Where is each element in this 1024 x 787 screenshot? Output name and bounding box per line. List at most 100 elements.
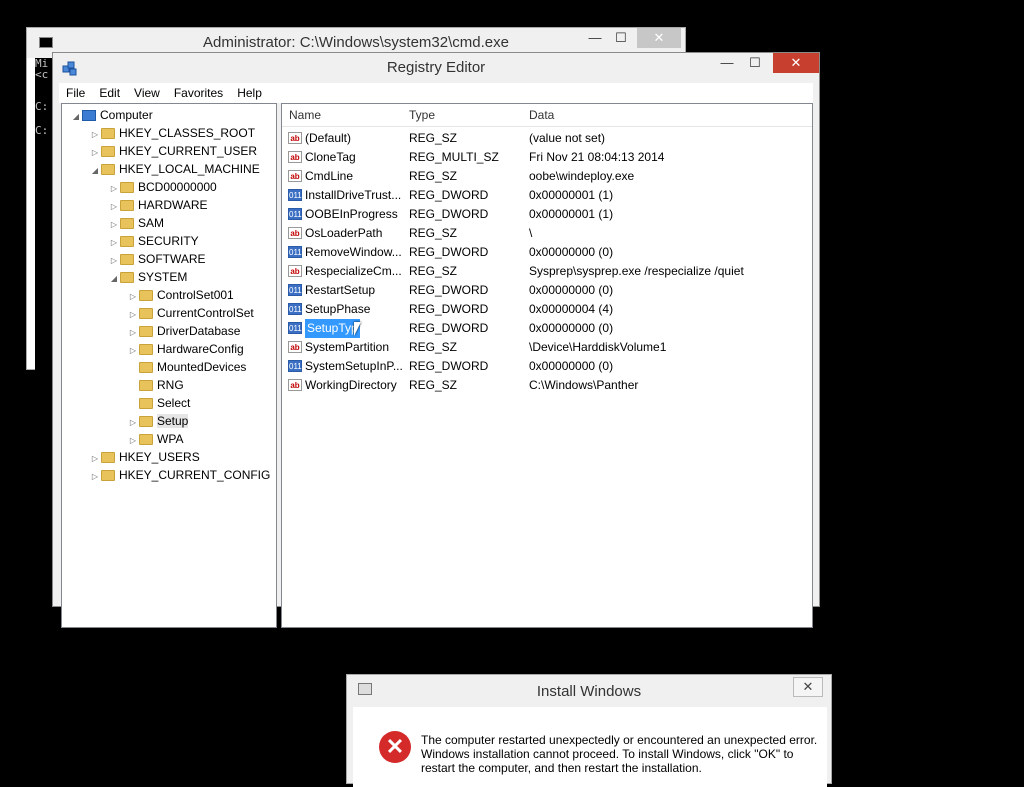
value-row[interactable]: ab SystemPartition REG_SZ \Device\HarddiskV… [282, 338, 812, 357]
collapse-arrow-icon[interactable]: ◢ [89, 162, 101, 180]
value-name: RespecializeCm... [305, 264, 402, 278]
tree-node[interactable]: ▷ Setup [127, 412, 189, 430]
value-row[interactable]: 011 SetupTyp REG_DWORD 0x00000000 (0) [282, 319, 812, 338]
folder-icon [120, 182, 134, 193]
value-name: SystemSetupInP... [305, 359, 403, 373]
tree-node-label: HardwareConfig [157, 342, 244, 356]
maximize-button[interactable]: ☐ [609, 28, 633, 48]
value-name: SetupTyp [305, 319, 360, 338]
value-type: REG_DWORD [409, 283, 489, 297]
tree-node[interactable]: ▷ HKEY_CURRENT_CONFIG [89, 466, 270, 484]
mouse-pointer-icon [354, 322, 361, 336]
value-row[interactable]: 011 OOBEInProgress REG_DWORD 0x00000001 (1) [282, 205, 812, 224]
maximize-button[interactable]: ☐ [743, 53, 767, 73]
tree-node[interactable]: ▷ HKEY_CURRENT_USER [89, 142, 257, 160]
folder-icon [101, 164, 115, 175]
computer-icon [82, 110, 96, 121]
tree-node-label: HARDWARE [138, 198, 208, 212]
value-data: C:\Windows\Panther [529, 378, 639, 392]
expand-arrow-icon[interactable]: ▷ [89, 468, 101, 486]
menu-file[interactable]: File [59, 83, 92, 103]
tree-node[interactable]: ▷ SECURITY [108, 232, 199, 250]
tree-node[interactable]: Select [127, 394, 190, 412]
tree-node-label: ControlSet001 [157, 288, 234, 302]
menu-edit[interactable]: Edit [92, 83, 127, 103]
tree-node[interactable]: ◢ SYSTEM [108, 268, 187, 286]
column-header-type[interactable]: Type [409, 108, 435, 122]
value-row[interactable]: 011 SetupPhase REG_DWORD 0x00000004 (4) [282, 300, 812, 319]
tree-node[interactable]: ▷ HARDWARE [108, 196, 208, 214]
value-type: REG_DWORD [409, 207, 489, 221]
value-row[interactable]: 011 RemoveWindow... REG_DWORD 0x00000000 (0… [282, 243, 812, 262]
tree-node[interactable]: ▷ WPA [127, 430, 184, 448]
value-name: CloneTag [305, 150, 356, 164]
tree-node[interactable]: ▷ SOFTWARE [108, 250, 206, 268]
tree-node-label: HKEY_CLASSES_ROOT [119, 126, 256, 140]
tree-node[interactable]: ◢ Computer [70, 106, 153, 124]
tree-node[interactable]: RNG [127, 376, 184, 394]
registry-tree[interactable]: ◢ Computer ▷ HKEY_CLASSES_ROOT ▷ HKEY_CURRENT… [61, 103, 277, 628]
folder-icon [139, 362, 153, 373]
values-list[interactable]: Name Type Data ab (Default) REG_SZ (value n… [281, 103, 813, 628]
collapse-arrow-icon[interactable]: ◢ [108, 270, 120, 288]
tree-node[interactable]: ▷ DriverDatabase [127, 322, 240, 340]
registry-editor-window[interactable]: Registry Editor — ☐ ✕ File Edit View Favori… [52, 52, 820, 647]
registry-titlebar[interactable]: Registry Editor — ☐ ✕ [53, 53, 819, 83]
value-row[interactable]: 011 SystemSetupInP... REG_DWORD 0x00000000 … [282, 357, 812, 376]
string-value-icon: ab [288, 341, 302, 353]
tree-node[interactable]: ▷ HKEY_USERS [89, 448, 200, 466]
string-value-icon: ab [288, 379, 302, 391]
tree-node[interactable]: ▷ HKEY_CLASSES_ROOT [89, 124, 255, 142]
value-row[interactable]: ab (Default) REG_SZ (value not set) [282, 129, 812, 148]
tree-node-label: WPA [157, 432, 184, 446]
tree-node[interactable]: ▷ BCD00000000 [108, 178, 217, 196]
value-type: REG_SZ [409, 169, 458, 183]
close-button[interactable]: ✕ [773, 53, 819, 73]
collapse-arrow-icon[interactable]: ◢ [70, 108, 82, 126]
value-row[interactable]: 011 InstallDriveTrust... REG_DWORD 0x000000… [282, 186, 812, 205]
value-row[interactable]: ab OsLoaderPath REG_SZ \ [282, 224, 812, 243]
dialog-body: ✕ The computer restarted unexpectedly or… [353, 707, 827, 787]
close-button[interactable]: ✕ [637, 28, 681, 48]
tree-node-label: RNG [157, 378, 184, 392]
tree-node[interactable]: ▷ ControlSet001 [127, 286, 234, 304]
value-row[interactable]: ab CloneTag REG_MULTI_SZ Fri Nov 21 08:04:1… [282, 148, 812, 167]
value-type: REG_SZ [409, 264, 458, 278]
folder-icon [120, 236, 134, 247]
value-name: CmdLine [305, 169, 354, 183]
menu-view[interactable]: View [127, 83, 167, 103]
tree-node[interactable]: ▷ SAM [108, 214, 164, 232]
error-message: The computer restarted unexpectedly or e… [421, 733, 818, 775]
minimize-button[interactable]: — [583, 28, 607, 48]
tree-node-label: SOFTWARE [138, 252, 206, 266]
tree-node[interactable]: ▷ HardwareConfig [127, 340, 244, 358]
value-data: Sysprep\sysprep.exe /respecialize /quiet [529, 264, 744, 278]
folder-icon [139, 344, 153, 355]
string-value-icon: ab [288, 170, 302, 182]
minimize-button[interactable]: — [715, 53, 739, 73]
binary-value-icon: 011 [288, 303, 302, 315]
tree-node[interactable]: ▷ CurrentControlSet [127, 304, 254, 322]
value-row[interactable]: ab RespecializeCm... REG_SZ Sysprep\sysprep… [282, 262, 812, 281]
tree-node[interactable]: MountedDevices [127, 358, 246, 376]
value-data: oobe\windeploy.exe [529, 169, 635, 183]
value-data: Fri Nov 21 08:04:13 2014 [529, 150, 665, 164]
folder-icon [101, 452, 115, 463]
value-data: \ [529, 226, 533, 240]
column-header-data[interactable]: Data [529, 108, 554, 122]
value-row[interactable]: ab WorkingDirectory REG_SZ C:\Windows\Panth… [282, 376, 812, 395]
value-row[interactable]: 011 RestartSetup REG_DWORD 0x00000000 (0) [282, 281, 812, 300]
tree-node[interactable]: ◢ HKEY_LOCAL_MACHINE [89, 160, 260, 178]
value-type: REG_DWORD [409, 359, 489, 373]
string-value-icon: ab [288, 265, 302, 277]
value-name: SetupPhase [305, 302, 371, 316]
value-row[interactable]: ab CmdLine REG_SZ oobe\windeploy.exe [282, 167, 812, 186]
menu-favorites[interactable]: Favorites [167, 83, 230, 103]
dialog-close-button[interactable]: ✕ [793, 677, 823, 697]
value-name: (Default) [305, 131, 352, 145]
value-type: REG_DWORD [409, 302, 489, 316]
menu-help[interactable]: Help [230, 83, 269, 103]
tree-node-label: DriverDatabase [157, 324, 241, 338]
folder-icon [139, 290, 153, 301]
column-header-name[interactable]: Name [289, 108, 321, 122]
